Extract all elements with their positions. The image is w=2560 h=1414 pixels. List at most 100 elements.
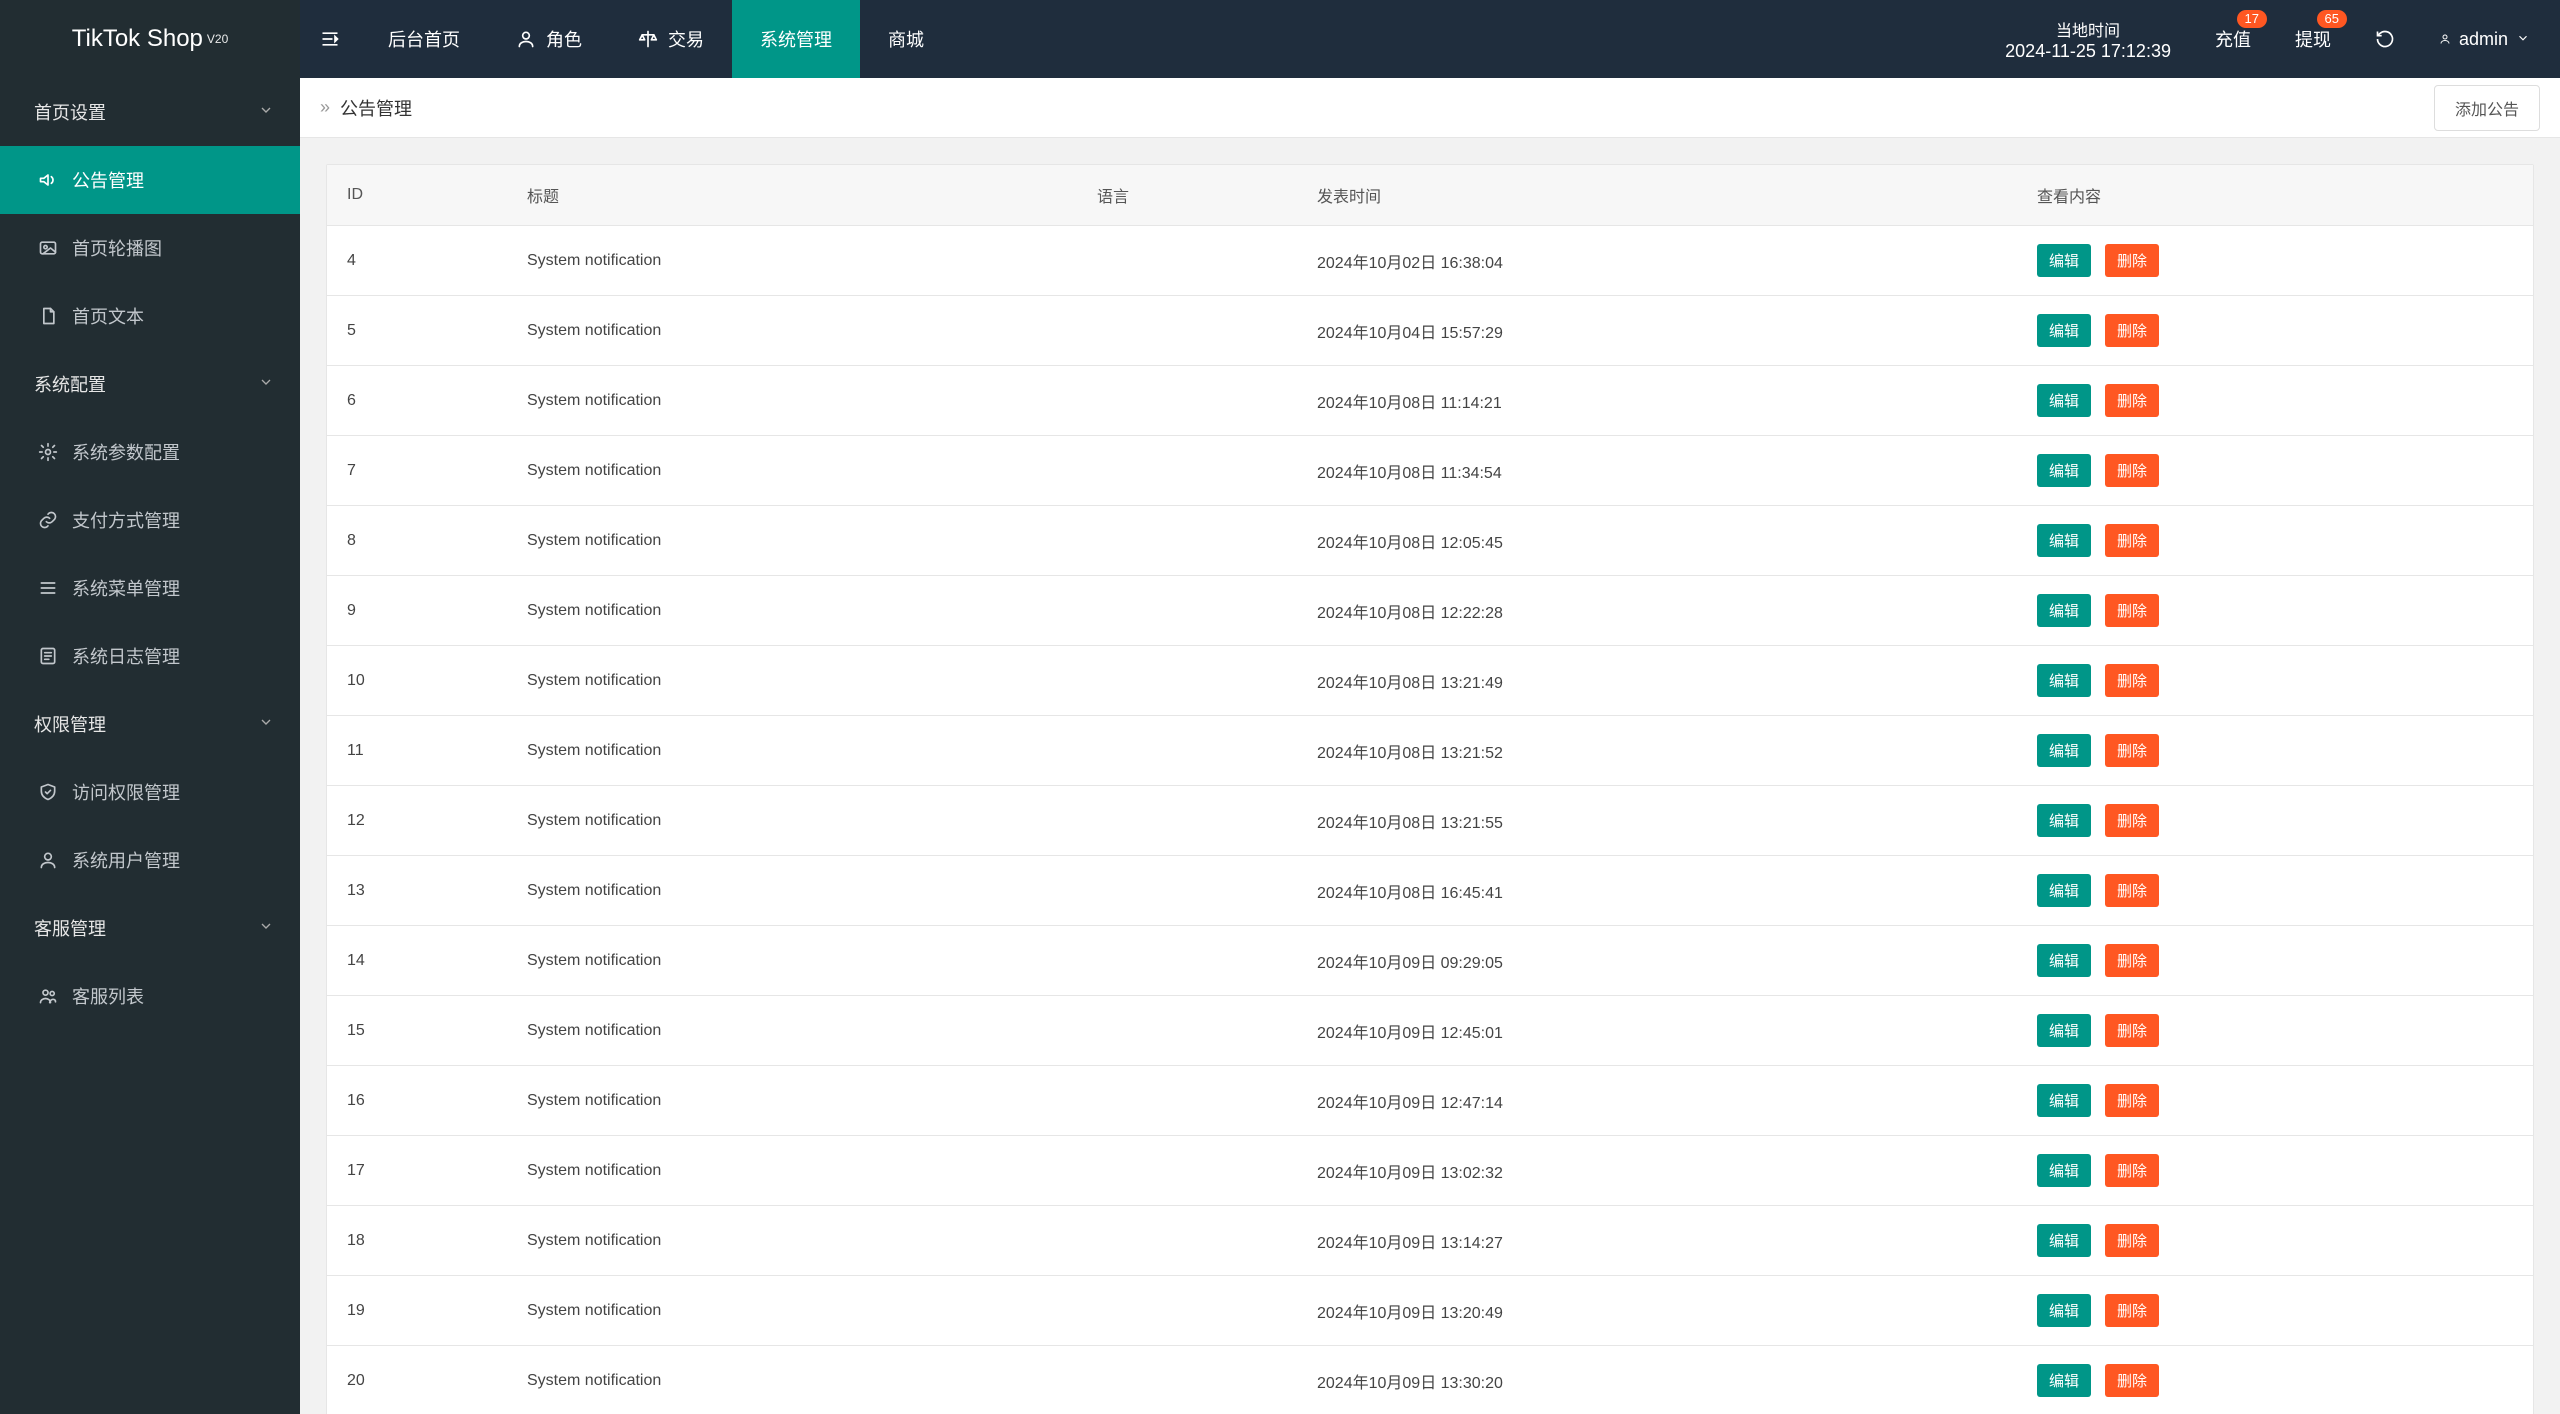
sidebar-group-label: 客服管理 [34,915,106,941]
edit-button[interactable]: 编辑 [2037,1014,2091,1047]
cell-title: System notification [507,716,1077,786]
cell-title: System notification [507,926,1077,996]
sidebar-item[interactable]: 首页文本 [0,282,300,350]
chevron-down-icon [258,102,274,123]
withdraw-link[interactable]: 提现 65 [2273,0,2353,78]
table-row: 17System notification2024年10月09日 13:02:3… [327,1136,2533,1206]
sidebar-item[interactable]: 公告管理 [0,146,300,214]
sidebar-item[interactable]: 访问权限管理 [0,758,300,826]
edit-button[interactable]: 编辑 [2037,594,2091,627]
sidebar-item-label: 首页文本 [72,303,144,329]
table-header-row: ID 标题 语言 发表时间 查看内容 [327,165,2533,226]
edit-button[interactable]: 编辑 [2037,1364,2091,1397]
cell-time: 2024年10月08日 12:22:28 [1297,576,2017,646]
local-time-value: 2024-11-25 17:12:39 [2005,41,2171,62]
cell-time: 2024年10月08日 13:21:49 [1297,646,2017,716]
top-nav-label: 角色 [546,26,582,52]
edit-button[interactable]: 编辑 [2037,734,2091,767]
sidebar-item[interactable]: 系统菜单管理 [0,554,300,622]
delete-button[interactable]: 删除 [2105,734,2159,767]
user-menu[interactable]: admin [2417,0,2560,78]
delete-button[interactable]: 删除 [2105,384,2159,417]
delete-button[interactable]: 删除 [2105,454,2159,487]
user-icon [2439,29,2459,49]
cell-title: System notification [507,1206,1077,1276]
cell-id: 4 [327,226,507,296]
top-nav-item[interactable]: 商城 [860,0,952,78]
sidebar-group-title[interactable]: 首页设置 [0,78,300,146]
list-icon [38,578,58,598]
brand-logo[interactable]: TikTok Shop V20 [0,0,300,78]
edit-button[interactable]: 编辑 [2037,244,2091,277]
edit-button[interactable]: 编辑 [2037,1294,2091,1327]
cell-id: 16 [327,1066,507,1136]
table-row: 4System notification2024年10月02日 16:38:04… [327,226,2533,296]
edit-button[interactable]: 编辑 [2037,314,2091,347]
sidebar-group-title[interactable]: 客服管理 [0,894,300,962]
delete-button[interactable]: 删除 [2105,594,2159,627]
cell-actions: 编辑删除 [2017,296,2533,366]
cell-actions: 编辑删除 [2017,926,2533,996]
edit-button[interactable]: 编辑 [2037,874,2091,907]
sidebar-item[interactable]: 客服列表 [0,962,300,1030]
add-announce-button[interactable]: 添加公告 [2434,85,2540,131]
sidebar-item[interactable]: 系统用户管理 [0,826,300,894]
cell-id: 5 [327,296,507,366]
edit-button[interactable]: 编辑 [2037,454,2091,487]
edit-button[interactable]: 编辑 [2037,1154,2091,1187]
sidebar-item[interactable]: 系统参数配置 [0,418,300,486]
cell-id: 15 [327,996,507,1066]
top-nav-item[interactable]: 系统管理 [732,0,860,78]
delete-button[interactable]: 删除 [2105,1014,2159,1047]
cell-lang [1077,646,1297,716]
edit-button[interactable]: 编辑 [2037,804,2091,837]
top-nav-item[interactable]: 交易 [610,0,732,78]
cell-lang [1077,996,1297,1066]
sidebar-toggle-button[interactable] [300,0,360,78]
top-nav-label: 后台首页 [388,26,460,52]
sidebar-group-title[interactable]: 系统配置 [0,350,300,418]
cell-time: 2024年10月09日 13:02:32 [1297,1136,2017,1206]
cell-lang [1077,226,1297,296]
cell-lang [1077,1346,1297,1414]
delete-button[interactable]: 删除 [2105,244,2159,277]
edit-button[interactable]: 编辑 [2037,944,2091,977]
edit-button[interactable]: 编辑 [2037,664,2091,697]
col-title: 标题 [507,165,1077,226]
delete-button[interactable]: 删除 [2105,1364,2159,1397]
delete-button[interactable]: 删除 [2105,314,2159,347]
breadcrumb-sep-icon: » [320,97,330,118]
cell-id: 18 [327,1206,507,1276]
delete-button[interactable]: 删除 [2105,1224,2159,1257]
edit-button[interactable]: 编辑 [2037,1224,2091,1257]
table-row: 7System notification2024年10月08日 11:34:54… [327,436,2533,506]
sidebar-item[interactable]: 支付方式管理 [0,486,300,554]
sidebar-group-title[interactable]: 权限管理 [0,690,300,758]
delete-button[interactable]: 删除 [2105,1154,2159,1187]
sidebar-item[interactable]: 系统日志管理 [0,622,300,690]
top-nav-item[interactable]: 角色 [488,0,610,78]
sidebar-item-label: 访问权限管理 [72,779,180,805]
recharge-link[interactable]: 充值 17 [2193,0,2273,78]
cell-time: 2024年10月09日 13:30:20 [1297,1346,2017,1414]
table-row: 13System notification2024年10月08日 16:45:4… [327,856,2533,926]
delete-button[interactable]: 删除 [2105,1294,2159,1327]
delete-button[interactable]: 删除 [2105,804,2159,837]
cell-title: System notification [507,646,1077,716]
sidebar-item-label: 系统日志管理 [72,643,180,669]
delete-button[interactable]: 删除 [2105,944,2159,977]
cell-time: 2024年10月08日 11:34:54 [1297,436,2017,506]
edit-button[interactable]: 编辑 [2037,384,2091,417]
sidebar-item[interactable]: 首页轮播图 [0,214,300,282]
sidebar-group-label: 首页设置 [34,99,106,125]
delete-button[interactable]: 删除 [2105,1084,2159,1117]
top-nav-item[interactable]: 后台首页 [360,0,488,78]
delete-button[interactable]: 删除 [2105,874,2159,907]
edit-button[interactable]: 编辑 [2037,524,2091,557]
edit-button[interactable]: 编辑 [2037,1084,2091,1117]
delete-button[interactable]: 删除 [2105,664,2159,697]
sidebar: 首页设置公告管理首页轮播图首页文本系统配置系统参数配置支付方式管理系统菜单管理系… [0,78,300,1414]
refresh-button[interactable] [2353,0,2417,78]
delete-button[interactable]: 删除 [2105,524,2159,557]
table-row: 8System notification2024年10月08日 12:05:45… [327,506,2533,576]
